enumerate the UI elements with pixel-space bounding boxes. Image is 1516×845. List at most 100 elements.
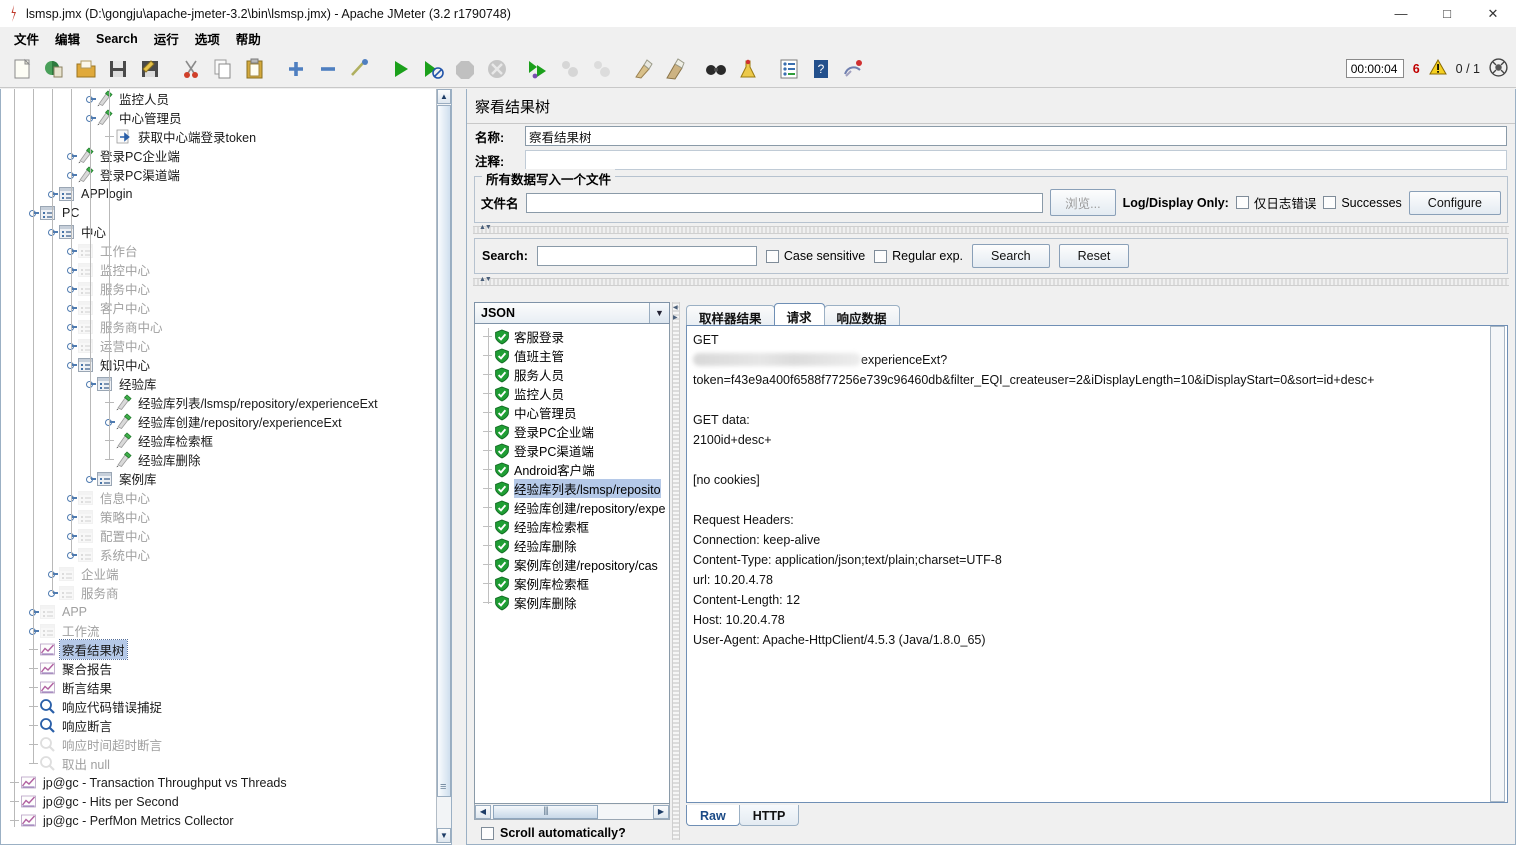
undo-redo-icon[interactable] — [837, 53, 868, 84]
sample-result-list[interactable]: 客服登录 值班主管 服务人员 监控人员 中心管理员 登录PC企业端 登录PC渠道端 Andro… — [474, 324, 670, 804]
tree-node[interactable]: jp@gc - Hits per Second — [1, 792, 435, 811]
tab-response-data[interactable]: 响应数据 — [823, 305, 900, 326]
search-input[interactable] — [536, 246, 757, 266]
list-item[interactable]: 案例库创建/repository/cas — [475, 555, 669, 574]
tree-node[interactable]: 工作台 — [1, 241, 435, 260]
name-input[interactable] — [525, 126, 1507, 146]
configure-button[interactable]: Configure — [1408, 190, 1501, 215]
tree-node[interactable]: 获取中心端登录token — [1, 127, 435, 146]
tree-node[interactable]: APPlogin — [1, 184, 435, 203]
tree-node[interactable]: 监控中心 — [1, 260, 435, 279]
list-item[interactable]: 案例库删除 — [475, 593, 669, 612]
tree-node[interactable]: 客户中心 — [1, 298, 435, 317]
tab-request[interactable]: 请求 — [773, 303, 825, 326]
tree-node[interactable]: 经验库列表/lsmsp/repository/experienceExt — [1, 393, 435, 412]
scroll-up-button[interactable]: ▲ — [437, 89, 451, 104]
list-item[interactable]: 经验库删除 — [475, 536, 669, 555]
list-item[interactable]: 中心管理员 — [475, 403, 669, 422]
scroll-down-button[interactable]: ▼ — [437, 828, 451, 843]
shutdown-icon[interactable] — [481, 53, 512, 84]
tree-node[interactable]: 系统中心 — [1, 545, 435, 564]
menu-help[interactable]: 帮助 — [228, 27, 269, 50]
tree-node[interactable]: 登录PC企业端 — [1, 146, 435, 165]
tree-node[interactable]: 案例库 — [1, 469, 435, 488]
menu-search[interactable]: Search — [88, 30, 146, 48]
detail-vertical-scrollbar[interactable] — [1490, 326, 1505, 802]
errors-only-checkbox[interactable]: 仅日志错误 — [1235, 193, 1316, 212]
list-item[interactable]: 客服登录 — [475, 327, 669, 346]
browse-button[interactable]: 浏览... — [1050, 189, 1116, 216]
menu-run[interactable]: 运行 — [146, 27, 187, 50]
tree-node[interactable]: 监控人员 — [1, 89, 435, 108]
tree-node[interactable]: 经验库检索框 — [1, 431, 435, 450]
checkbox-box[interactable] — [1323, 196, 1337, 209]
horizontal-splitter-top[interactable] — [473, 224, 1509, 234]
close-button[interactable]: ✕ — [1470, 0, 1516, 27]
warning-triangle-icon[interactable] — [1428, 58, 1447, 79]
search-reset-icon[interactable] — [732, 53, 763, 84]
list-item[interactable]: 值班主管 — [475, 346, 669, 365]
open-icon[interactable] — [70, 53, 101, 84]
menu-file[interactable]: 文件 — [6, 27, 47, 50]
checkbox-box[interactable] — [765, 249, 779, 263]
copy-icon[interactable] — [207, 53, 238, 84]
list-item[interactable]: 登录PC渠道端 — [475, 441, 669, 460]
tree-node[interactable]: 信息中心 — [1, 488, 435, 507]
successes-checkbox[interactable]: Successes — [1323, 196, 1402, 210]
scroll-left-button[interactable]: ◀ — [475, 804, 491, 819]
list-item[interactable]: 经验库检索框 — [475, 517, 669, 536]
tree-node[interactable]: 响应代码错误捕捉 — [1, 697, 435, 716]
start-icon[interactable] — [385, 53, 416, 84]
tab-sampler-result[interactable]: 取样器结果 — [686, 305, 775, 326]
remote-start-all-icon[interactable] — [522, 53, 553, 84]
list-item[interactable]: 服务人员 — [475, 365, 669, 384]
tree-node[interactable]: 服务商 — [1, 583, 435, 602]
expand-icon[interactable] — [280, 53, 311, 84]
list-item[interactable]: 经验库列表/lsmsp/reposito — [475, 479, 669, 498]
search-icon[interactable] — [700, 53, 731, 84]
cut-icon[interactable] — [175, 53, 206, 84]
list-item[interactable]: 登录PC企业端 — [475, 422, 669, 441]
new-icon[interactable] — [6, 53, 37, 84]
horizontal-splitter-bottom[interactable] — [473, 276, 1509, 286]
tree-node[interactable]: 登录PC渠道端 — [1, 165, 435, 184]
save-icon[interactable] — [102, 53, 133, 84]
menu-edit[interactable]: 编辑 — [47, 27, 88, 50]
tree-node[interactable]: 经验库 — [1, 374, 435, 393]
tree-node[interactable]: 响应时间超时断言 — [1, 735, 435, 754]
tree-node[interactable]: APP — [1, 602, 435, 621]
scroll-thumb[interactable] — [493, 804, 598, 819]
tree-vertical-scrollbar[interactable]: ▲ ▼ — [436, 89, 451, 843]
scroll-automatically-checkbox[interactable]: Scroll automatically? — [474, 820, 670, 840]
toggle-icon[interactable] — [344, 53, 375, 84]
test-plan-tree[interactable]: 监控人员 中心管理员 获取中心端登录token 登录PC企业端 登录PC渠道端 APPlo… — [0, 89, 452, 845]
results-horizontal-scrollbar[interactable]: ◀ ▶ — [474, 804, 670, 820]
run-indicator-icon[interactable] — [1489, 57, 1508, 80]
comment-input[interactable] — [525, 150, 1507, 170]
tree-node[interactable]: jp@gc - Transaction Throughput vs Thread… — [1, 773, 435, 792]
tree-node[interactable]: jp@gc - PerfMon Metrics Collector — [1, 811, 435, 827]
reset-button[interactable]: Reset — [1058, 244, 1130, 268]
regular-exp-checkbox[interactable]: Regular exp. — [874, 249, 963, 263]
tree-node[interactable]: 策略中心 — [1, 507, 435, 526]
collapse-icon[interactable] — [312, 53, 343, 84]
remote-shutdown-all-icon[interactable] — [586, 53, 617, 84]
help-icon[interactable]: ? — [805, 53, 836, 84]
start-no-pauses-icon[interactable] — [417, 53, 448, 84]
tree-node[interactable]: 运营中心 — [1, 336, 435, 355]
function-helper-icon[interactable] — [773, 53, 804, 84]
list-item[interactable]: Android客户端 — [475, 460, 669, 479]
tree-node[interactable]: 企业端 — [1, 564, 435, 583]
tree-node[interactable]: 响应断言 — [1, 716, 435, 735]
tree-node[interactable]: 中心 — [1, 222, 435, 241]
checkbox-box[interactable] — [1235, 196, 1249, 209]
clear-all-icon[interactable] — [659, 53, 690, 84]
tree-node[interactable]: 中心管理员 — [1, 108, 435, 127]
case-sensitive-checkbox[interactable]: Case sensitive — [765, 249, 865, 263]
tree-node[interactable]: 配置中心 — [1, 526, 435, 545]
templates-icon[interactable] — [38, 53, 69, 84]
scroll-right-button[interactable]: ▶ — [653, 804, 669, 819]
tree-node[interactable]: 经验库创建/repository/experienceExt — [1, 412, 435, 431]
tree-node[interactable]: PC — [1, 203, 435, 222]
save-as-icon[interactable] — [134, 53, 165, 84]
